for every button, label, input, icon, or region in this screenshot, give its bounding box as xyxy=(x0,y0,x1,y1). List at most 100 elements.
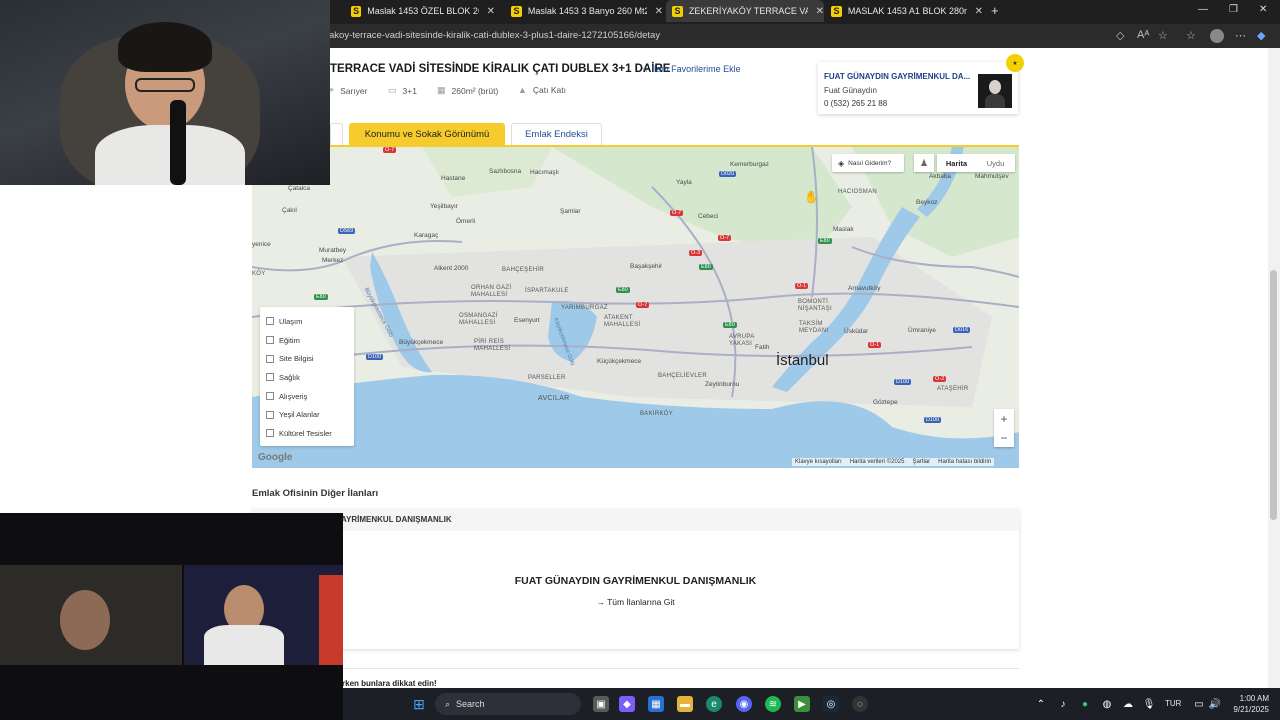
windows-taskbar: ⊞ ⌕ Search ▣ ◆ ▦ ▬ e ◉ ≋ ▶ ◎ ◌ ⌃ ♪ ● ◍ ☁ … xyxy=(343,688,1280,720)
star-icon: ☆ xyxy=(641,64,652,74)
all-listings-label: Tüm İlanlarına Git xyxy=(607,597,675,607)
steam-icon[interactable]: ◎ xyxy=(823,696,839,712)
zoom-in-button[interactable]: + xyxy=(994,409,1014,428)
meta-rooms-label: 3+1 xyxy=(402,85,417,96)
url-field[interactable]: akoy-terrace-vadi-sitesinde-kiralik-cati… xyxy=(329,30,660,41)
road-shield: O-3 xyxy=(689,250,703,256)
meta-district: ⌖ Sarıyer xyxy=(329,85,367,96)
new-tab-button[interactable]: + xyxy=(991,3,999,18)
map-place-avcilar: AVCILAR xyxy=(538,395,570,402)
discord-icon[interactable]: ◉ xyxy=(736,696,752,712)
bed-icon: ▭ xyxy=(388,85,397,95)
edge-icon[interactable]: e xyxy=(706,696,722,712)
terms-link[interactable]: Şartlar xyxy=(912,459,930,465)
agent-phone[interactable]: 0 (532) 265 21 88 xyxy=(824,99,887,108)
mic-icon[interactable]: 🎙 xyxy=(1141,696,1157,712)
layer-option[interactable]: Kültürel Tesisler xyxy=(266,424,354,443)
map-type-satellite-button[interactable]: Uydu xyxy=(976,154,1015,172)
read-aloud-icon[interactable]: Aᴬ xyxy=(1137,29,1149,41)
app-icon[interactable]: ▶ xyxy=(794,696,810,712)
meta-floor: ▲ Çatı Katı xyxy=(518,85,566,95)
layer-option[interactable]: Alışveriş xyxy=(266,387,354,406)
checkbox[interactable] xyxy=(266,410,274,419)
agent-agency-name[interactable]: FUAT GÜNAYDIN GAYRİMENKUL DA... xyxy=(824,72,970,81)
taskbar-search[interactable]: ⌕ Search xyxy=(435,693,581,715)
map-type-map-button[interactable]: Harita xyxy=(937,154,976,172)
agent-card[interactable]: FUAT GÜNAYDIN GAYRİMENKUL DA... Fuat Gün… xyxy=(818,54,1024,114)
road-shield: O-7 xyxy=(670,210,684,216)
checkbox[interactable] xyxy=(266,373,274,382)
status-dot-icon[interactable]: ● xyxy=(1077,696,1093,712)
tracking-icon[interactable]: ◇ xyxy=(1116,29,1124,42)
obs-icon[interactable]: ◌ xyxy=(852,696,868,712)
tab-previous[interactable] xyxy=(330,123,343,145)
tab-emlak-endeksi[interactable]: Emlak Endeksi xyxy=(511,123,602,145)
spotify-icon[interactable]: ≋ xyxy=(765,696,781,712)
webcam-left-frame xyxy=(0,565,182,665)
steam-tray-icon[interactable]: ◍ xyxy=(1099,696,1115,712)
minimize-icon[interactable]: — xyxy=(1198,4,1208,15)
copilot-taskbar-icon[interactable]: ◆ xyxy=(619,696,635,712)
windows-start-icon[interactable]: ⊞ xyxy=(411,696,427,712)
tab-location[interactable]: Konumu ve Sokak Görünümü xyxy=(349,123,505,145)
map-type-toggle[interactable]: Harita Uydu xyxy=(937,154,1015,172)
layer-option[interactable]: Yeşil Alanlar xyxy=(266,405,354,424)
close-icon[interactable]: ✕ xyxy=(655,6,663,17)
file-explorer-icon[interactable]: ▬ xyxy=(677,696,693,712)
close-icon[interactable]: ✕ xyxy=(487,6,495,17)
layer-option[interactable]: Eğitim xyxy=(266,331,354,350)
browser-tab-active[interactable]: S ZEKERİYAKÖY TERRACE VADİ SİTE ✕ xyxy=(666,0,824,22)
scrollbar-thumb[interactable] xyxy=(1270,270,1277,520)
favorite-star-icon[interactable]: ☆ xyxy=(1158,29,1168,42)
road-shield: O-1 xyxy=(795,283,809,289)
google-map[interactable]: Çatalca Çakıl yenice KÖY Hastane Sazlıbo… xyxy=(252,147,1019,468)
layer-option[interactable]: Site Bilgisi xyxy=(266,349,354,368)
webcam-person-hair xyxy=(118,22,212,72)
close-window-icon[interactable]: ✕ xyxy=(1259,4,1267,15)
keyboard-shortcuts-link[interactable]: Klavye kısayolları xyxy=(795,459,842,465)
close-icon[interactable]: ✕ xyxy=(816,6,824,17)
street-view-pegman-icon[interactable]: ♟ xyxy=(914,154,934,172)
task-view-icon[interactable]: ▣ xyxy=(593,696,609,712)
restore-icon[interactable]: ❐ xyxy=(1229,4,1238,15)
report-error-link[interactable]: Harita hatası bildirin xyxy=(938,459,991,465)
map-place-esenyurt: Esenyurt xyxy=(514,317,540,324)
volume-icon[interactable]: 🔊 xyxy=(1207,696,1223,712)
layer-option[interactable]: Ulaşım xyxy=(266,312,354,331)
tray-icon[interactable]: ☁ xyxy=(1120,696,1136,712)
checkbox[interactable] xyxy=(266,429,274,438)
listing-title: TERRACE VADİ SİTESİNDE KİRALIK ÇATI DUBL… xyxy=(330,63,671,75)
browser-tab[interactable]: S Maslak 1453 3 Banyo 260 Mt2 Ba ✕ xyxy=(505,0,663,22)
checkbox[interactable] xyxy=(266,392,274,401)
language-indicator[interactable]: TUR xyxy=(1165,699,1181,708)
more-menu-icon[interactable]: ⋯ xyxy=(1235,29,1246,42)
checkbox[interactable] xyxy=(266,317,274,326)
chevron-up-icon[interactable]: ⌃ xyxy=(1033,696,1049,712)
zoom-out-button[interactable]: − xyxy=(994,428,1014,447)
map-place-fatih: Fatih xyxy=(755,344,770,351)
browser-tab[interactable]: S MASLAK 1453 A1 BLOK 280m2 E ✕ xyxy=(825,0,983,22)
close-icon[interactable]: ✕ xyxy=(975,6,983,17)
add-favorite-link[interactable]: ☆ İlanı Favorilerime Ekle xyxy=(641,64,741,75)
copilot-icon[interactable]: ◆ xyxy=(1257,29,1265,42)
webcam-microphone xyxy=(170,100,186,185)
browser-tab[interactable]: S Maslak 1453 ÖZEL BLOK 260 M2 ✕ xyxy=(345,0,495,22)
map-place-muratbey: Muratbey xyxy=(319,247,347,254)
clock[interactable]: 1:00 AM 9/21/2025 xyxy=(1223,693,1269,715)
directions-button[interactable]: ◈ Nasıl Giderim? xyxy=(832,154,904,172)
network-icon[interactable]: ▭ xyxy=(1191,696,1207,712)
map-place-pirireis: PİRİ REİS MAHALLESİ xyxy=(474,339,511,352)
map-place-goztepe: Göztepe xyxy=(873,399,898,406)
map-attribution: Klavye kısayolları Harita verileri ©2025… xyxy=(792,458,995,466)
all-listings-link[interactable]: → Tüm İlanlarına Git xyxy=(252,597,1019,607)
road-shield: E80 xyxy=(616,287,630,293)
store-icon[interactable]: ▦ xyxy=(648,696,664,712)
checkbox[interactable] xyxy=(266,336,274,345)
layer-option[interactable]: Sağlık xyxy=(266,368,354,387)
favorites-bar-icon[interactable]: ☆ xyxy=(1186,29,1196,42)
checkbox[interactable] xyxy=(266,354,274,363)
map-place-merkez: Merkez xyxy=(322,257,344,264)
profile-avatar[interactable] xyxy=(1210,29,1224,43)
audio-icon[interactable]: ♪ xyxy=(1055,696,1071,712)
meta-area-label: 260m² (brüt) xyxy=(451,85,499,96)
